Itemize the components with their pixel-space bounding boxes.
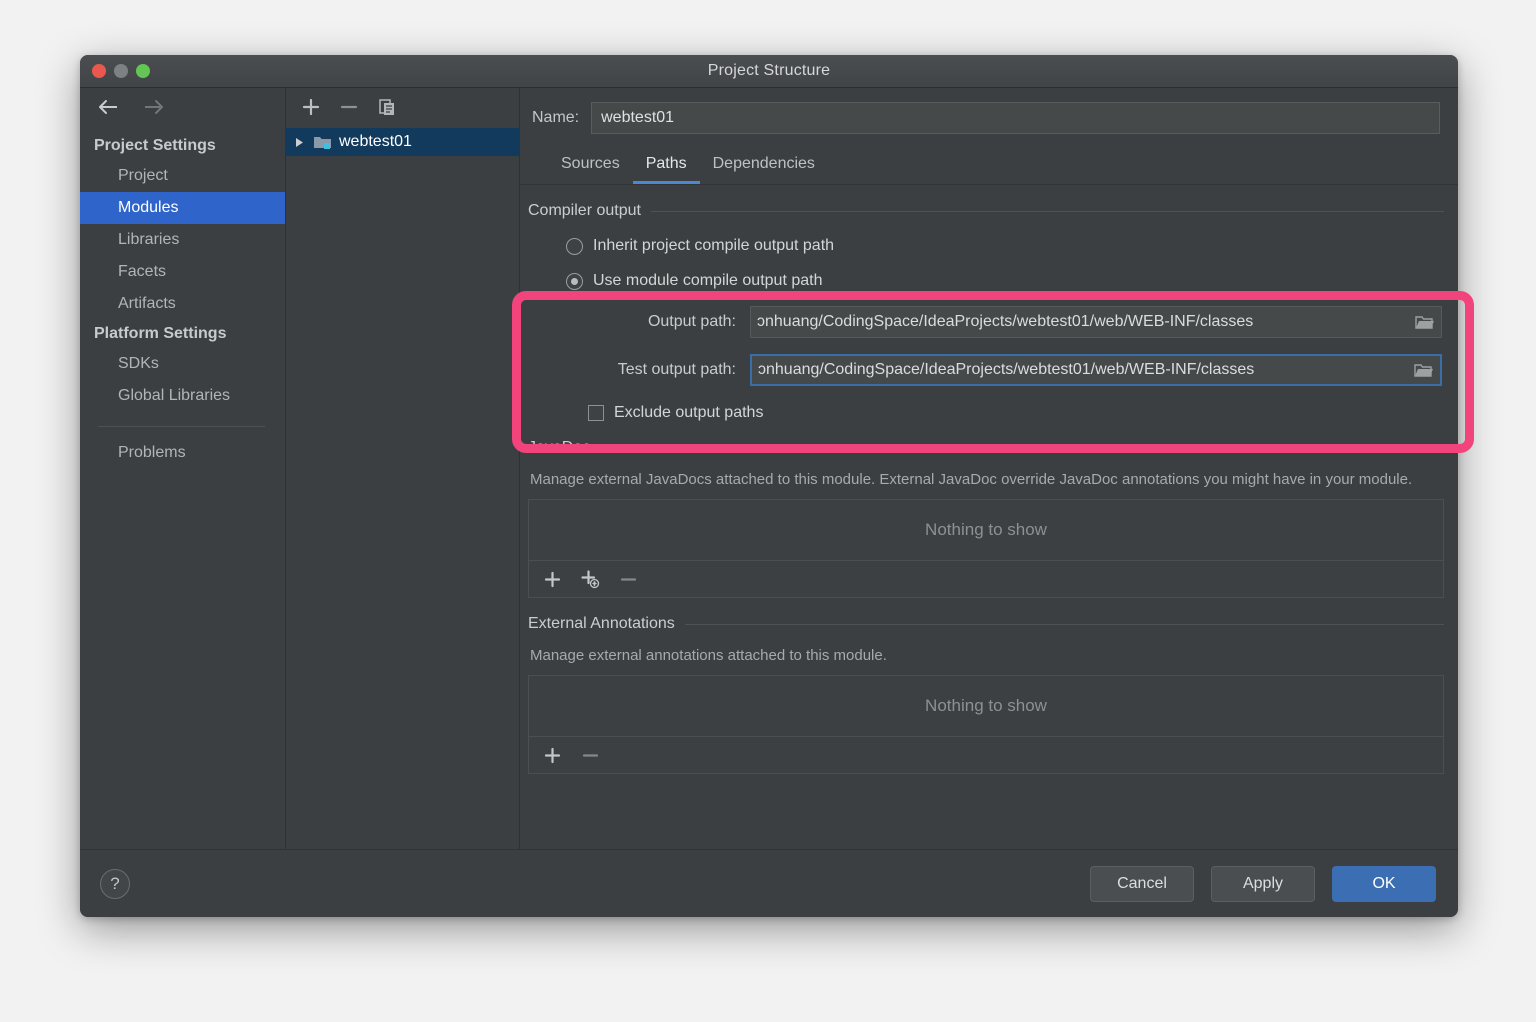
- compiler-output-title: Compiler output: [528, 202, 641, 219]
- radio-inherit-output[interactable]: [566, 237, 583, 255]
- section-rule: [684, 623, 1444, 625]
- javadoc-heading: JavaDoc: [528, 439, 1444, 457]
- external-annotations-toolbar: [529, 736, 1443, 773]
- sidebar-item-problems[interactable]: Problems: [80, 437, 285, 469]
- compiler-output-heading: Compiler output: [528, 202, 1444, 220]
- sidebar-item-modules[interactable]: Modules: [80, 192, 285, 224]
- minimize-button[interactable]: [114, 64, 128, 78]
- exclude-output-paths-label: Exclude output paths: [614, 404, 764, 421]
- folder-browse-icon[interactable]: [1411, 309, 1437, 335]
- javadoc-toolbar: [529, 560, 1443, 597]
- test-output-path-label: Test output path:: [617, 361, 736, 378]
- use-module-output-option[interactable]: Use module compile output path: [566, 272, 1444, 290]
- zoom-button[interactable]: [136, 64, 150, 78]
- sidebar-list: Project Settings Project Modules Librari…: [80, 126, 285, 469]
- modules-tree: webtest01: [286, 126, 519, 156]
- apply-button[interactable]: Apply: [1211, 865, 1315, 902]
- window-titlebar: Project Structure: [80, 55, 1458, 88]
- sidebar-group-project-settings: Project Settings: [94, 137, 216, 154]
- module-name-input[interactable]: [591, 102, 1440, 134]
- external-annotations-title: External Annotations: [528, 615, 675, 632]
- inherit-output-option[interactable]: Inherit project compile output path: [566, 237, 1444, 255]
- module-name-row: Name:: [520, 88, 1458, 144]
- copy-icon[interactable]: [376, 96, 398, 118]
- external-annotations-description: Manage external annotations attached to …: [530, 647, 887, 664]
- test-output-path-value: ɔnhuang/CodingSpace/IdeaProjects/webtest…: [758, 361, 1255, 378]
- exclude-output-paths-checkbox[interactable]: [588, 405, 604, 421]
- help-button[interactable]: ?: [100, 868, 130, 899]
- sidebar-item-sdks[interactable]: SDKs: [80, 348, 285, 380]
- module-tabs: Sources Paths Dependencies: [520, 144, 1458, 185]
- external-annotations-empty-text: Nothing to show: [925, 696, 1047, 715]
- tab-paths[interactable]: Paths: [632, 148, 700, 184]
- minus-icon[interactable]: [338, 96, 360, 118]
- sidebar-nav: [80, 88, 285, 126]
- tree-row-webtest01[interactable]: webtest01: [286, 128, 519, 156]
- test-output-path-field[interactable]: ɔnhuang/CodingSpace/IdeaProjects/webtest…: [750, 354, 1442, 386]
- paths-pane: Compiler output Inherit project compile …: [520, 185, 1458, 849]
- tab-sources[interactable]: Sources: [548, 148, 633, 184]
- plus-globe-icon[interactable]: [579, 568, 601, 590]
- plus-icon[interactable]: [541, 568, 563, 590]
- cancel-button[interactable]: Cancel: [1090, 865, 1194, 902]
- dialog-body: Project Settings Project Modules Librari…: [80, 88, 1458, 849]
- tab-dependencies[interactable]: Dependencies: [700, 148, 828, 184]
- radio-use-module-output-label: Use module compile output path: [593, 272, 823, 289]
- radio-inherit-output-label: Inherit project compile output path: [593, 237, 835, 254]
- test-output-path-row: Test output path: ɔnhuang/CodingSpace/Id…: [528, 354, 1444, 386]
- window-title: Project Structure: [707, 62, 831, 79]
- output-path-field[interactable]: ɔnhuang/CodingSpace/IdeaProjects/webtest…: [750, 306, 1442, 338]
- modules-toolbar: [286, 88, 519, 126]
- radio-use-module-output[interactable]: [566, 272, 583, 290]
- exclude-output-paths-row[interactable]: Exclude output paths: [588, 404, 1444, 422]
- sidebar-item-project[interactable]: Project: [80, 160, 285, 192]
- output-path-label: Output path:: [647, 313, 736, 330]
- window-controls: [92, 64, 150, 78]
- project-structure-dialog: Project Structure Project Settings Proje…: [80, 55, 1458, 917]
- module-editor: Name: Sources Paths Dependencies Compile…: [520, 88, 1458, 849]
- ok-button[interactable]: OK: [1332, 865, 1436, 902]
- external-annotations-listbox: Nothing to show: [528, 675, 1444, 774]
- sidebar-item-global-libraries[interactable]: Global Libraries: [80, 380, 285, 412]
- modules-panel: webtest01: [286, 88, 520, 849]
- dialog-footer: ? Cancel Apply OK: [80, 849, 1458, 917]
- output-path-value: ɔnhuang/CodingSpace/IdeaProjects/webtest…: [757, 313, 1254, 330]
- triangle-right-icon[interactable]: [292, 135, 306, 149]
- sidebar-item-facets[interactable]: Facets: [80, 256, 285, 288]
- plus-icon[interactable]: [300, 96, 322, 118]
- screenshot-root: Project Structure Project Settings Proje…: [0, 0, 1536, 1022]
- module-name-label: Name:: [532, 109, 580, 126]
- folder-browse-icon[interactable]: [1410, 357, 1436, 383]
- sidebar-group-platform-settings: Platform Settings: [94, 325, 227, 342]
- sidebar-item-artifacts[interactable]: Artifacts: [80, 288, 285, 320]
- arrow-right-icon[interactable]: [140, 97, 166, 117]
- module-folder-icon: [313, 134, 332, 151]
- tree-row-label: webtest01: [339, 133, 412, 150]
- settings-sidebar: Project Settings Project Modules Librari…: [80, 88, 286, 849]
- output-path-row: Output path: ɔnhuang/CodingSpace/IdeaPro…: [528, 306, 1444, 338]
- section-rule: [600, 447, 1444, 449]
- sidebar-divider: [98, 426, 265, 427]
- javadoc-description: Manage external JavaDocs attached to thi…: [530, 471, 1413, 488]
- external-annotations-heading: External Annotations: [528, 615, 1444, 633]
- javadoc-listbox: Nothing to show: [528, 499, 1444, 598]
- javadoc-empty-text: Nothing to show: [925, 520, 1047, 539]
- javadoc-title: JavaDoc: [528, 439, 591, 456]
- plus-icon[interactable]: [541, 744, 563, 766]
- minus-icon[interactable]: [579, 744, 601, 766]
- arrow-left-icon[interactable]: [96, 97, 122, 117]
- close-button[interactable]: [92, 64, 106, 78]
- sidebar-item-libraries[interactable]: Libraries: [80, 224, 285, 256]
- minus-icon[interactable]: [617, 568, 639, 590]
- section-rule: [650, 210, 1444, 212]
